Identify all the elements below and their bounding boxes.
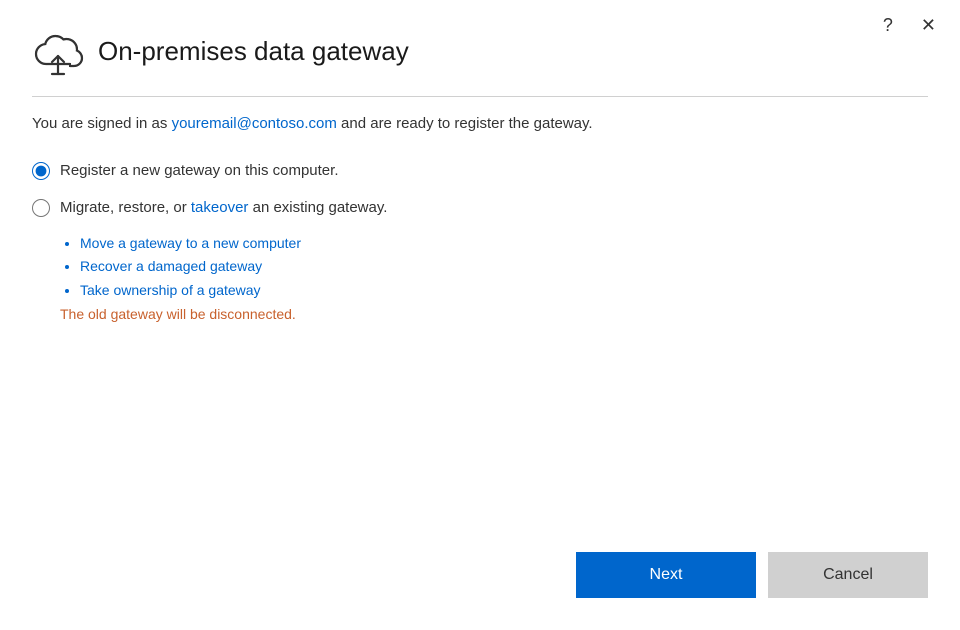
title-bar: On-premises data gateway xyxy=(0,0,960,96)
help-button[interactable]: ? xyxy=(877,14,899,36)
cancel-button[interactable]: Cancel xyxy=(768,552,928,598)
sub-option-1: Move a gateway to a new computer xyxy=(80,234,928,254)
option1-label[interactable]: Register a new gateway on this computer. xyxy=(60,160,338,181)
footer: Next Cancel xyxy=(0,532,960,630)
signed-in-text: You are signed in as youremail@contoso.c… xyxy=(32,113,928,136)
option2-container: Migrate, restore, or takeover an existin… xyxy=(32,197,928,218)
sub-options: Move a gateway to a new computer Recover… xyxy=(60,234,928,323)
dialog: ? ✕ On-premises data gateway You are sig… xyxy=(0,0,960,630)
cloud-icon xyxy=(32,30,84,76)
sub-option-3-link[interactable]: Take ownership of a gateway xyxy=(80,282,261,298)
sub-option-2-link[interactable]: Recover a damaged gateway xyxy=(80,258,262,274)
option1-radio[interactable] xyxy=(32,162,50,180)
dialog-title: On-premises data gateway xyxy=(98,36,409,67)
takeover-link[interactable]: takeover xyxy=(191,199,249,216)
sub-option-2: Recover a damaged gateway xyxy=(80,257,928,277)
title-bar-actions: ? ✕ xyxy=(877,14,942,36)
option1-container: Register a new gateway on this computer. xyxy=(32,160,928,181)
close-button[interactable]: ✕ xyxy=(915,14,942,36)
sub-options-list: Move a gateway to a new computer Recover… xyxy=(60,234,928,301)
content-area: You are signed in as youremail@contoso.c… xyxy=(0,97,960,532)
option2-radio[interactable] xyxy=(32,199,50,217)
option2-label[interactable]: Migrate, restore, or takeover an existin… xyxy=(60,197,387,218)
sub-option-3: Take ownership of a gateway xyxy=(80,281,928,301)
sub-option-1-link[interactable]: Move a gateway to a new computer xyxy=(80,235,301,251)
next-button[interactable]: Next xyxy=(576,552,756,598)
disconnect-note: The old gateway will be disconnected. xyxy=(60,306,928,322)
options-section: Register a new gateway on this computer.… xyxy=(32,160,928,323)
email-link[interactable]: youremail@contoso.com xyxy=(172,115,337,132)
